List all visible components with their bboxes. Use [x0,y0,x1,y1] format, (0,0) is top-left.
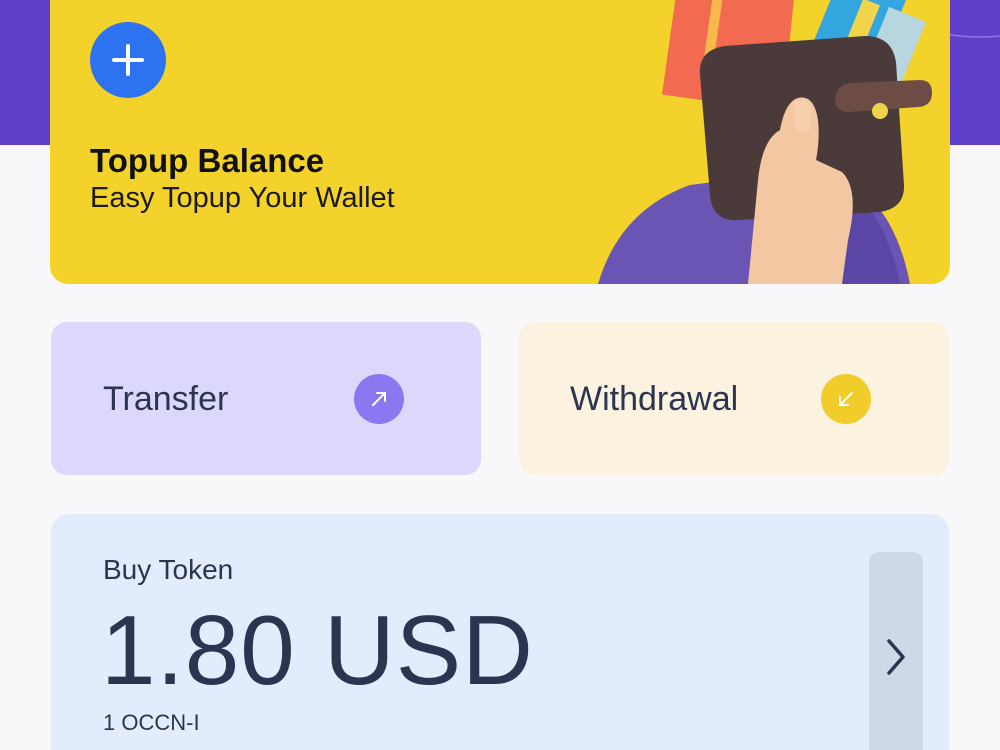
chevron-right-icon [887,639,905,675]
plus-icon [112,44,144,76]
withdrawal-icon-badge [821,374,871,424]
token-price: 1.80 USD [101,595,534,705]
buy-token-title: Buy Token [103,554,234,585]
topup-subtitle: Easy Topup Your Wallet [90,182,395,214]
transfer-card[interactable]: Transfer [51,322,481,475]
withdrawal-card[interactable]: Withdrawal [519,322,949,475]
transfer-label: Transfer [103,380,229,418]
buy-token-card[interactable]: Buy Token 1.80 USD 1 OCCN-I [51,514,949,750]
withdrawal-label: Withdrawal [570,380,739,418]
add-balance-button[interactable] [90,22,166,98]
transfer-icon-badge [354,374,404,424]
token-unit: 1 OCCN-I [103,710,200,735]
arrow-up-right-icon [372,392,386,406]
topup-title: Topup Balance [90,142,325,179]
topup-balance-card[interactable]: Topup Balance Easy Topup Your Wallet [50,0,950,284]
wallet-in-hand-illustration [598,0,932,284]
arrow-down-left-icon [839,392,853,406]
wallet-screen: Topup Balance Easy Topup Your Wallet Tra… [0,0,1000,750]
buy-token-next-button[interactable] [869,552,923,750]
